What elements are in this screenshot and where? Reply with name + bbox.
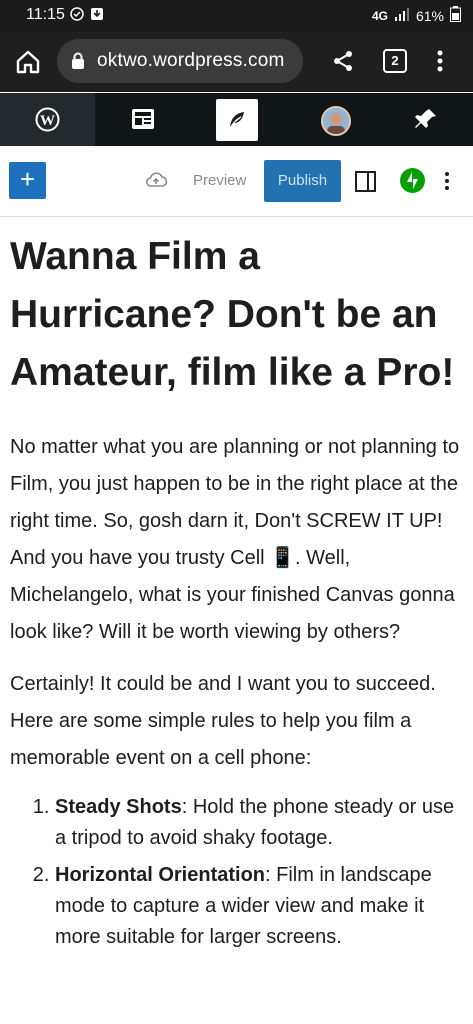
post-title[interactable]: Wanna Film a Hurricane? Don't be an Amat…: [10, 228, 468, 402]
signal-icon: [394, 7, 410, 24]
download-icon: [90, 7, 104, 21]
options-menu-icon[interactable]: [444, 171, 450, 196]
status-bar: 11:15 4G 61%: [0, 0, 473, 32]
cloud-save-icon[interactable]: [145, 171, 168, 194]
tab-switcher-button[interactable]: 2: [383, 49, 407, 73]
preview-button[interactable]: Preview: [193, 172, 246, 189]
publish-button[interactable]: Publish: [264, 160, 341, 202]
my-site-button[interactable]: [216, 99, 258, 141]
list-item-term: Steady Shots: [55, 796, 182, 818]
rules-list[interactable]: Steady Shots: Hold the phone steady or u…: [10, 792, 468, 953]
shield-check-icon: [70, 7, 84, 21]
wp-admin-bar: W: [0, 93, 473, 146]
reader-icon[interactable]: [131, 108, 155, 135]
settings-panel-icon[interactable]: [355, 171, 376, 197]
share-icon[interactable]: [331, 49, 355, 78]
home-icon[interactable]: [15, 49, 41, 80]
network-type: 4G: [371, 8, 388, 23]
list-item[interactable]: Horizontal Orientation: Film in landscap…: [55, 860, 468, 953]
paragraph-block[interactable]: No matter what you are planning or not p…: [10, 429, 468, 651]
list-item-term: Horizontal Orientation: [55, 864, 265, 886]
editor-toolbar: + Preview Publish: [0, 146, 473, 217]
notifications-icon[interactable]: [414, 107, 438, 136]
battery-icon: [450, 6, 461, 25]
feather-icon: [227, 110, 247, 135]
lock-icon: [71, 52, 85, 75]
svg-text:W: W: [40, 113, 55, 129]
url-text: oktwo.wordpress.com: [97, 50, 285, 71]
paragraph-block[interactable]: Certainly! It could be and I want you to…: [10, 666, 468, 777]
list-item[interactable]: Steady Shots: Hold the phone steady or u…: [55, 792, 468, 854]
browser-toolbar: oktwo.wordpress.com 2: [0, 32, 473, 92]
battery-percent: 61%: [415, 7, 444, 24]
avatar[interactable]: [321, 106, 351, 136]
address-bar[interactable]: oktwo.wordpress.com: [57, 39, 303, 83]
status-right: 4G 61%: [372, 6, 461, 25]
wordpress-logo-icon: W: [35, 107, 60, 137]
post-content: Wanna Film a Hurricane? Don't be an Amat…: [10, 228, 468, 959]
add-block-button[interactable]: +: [9, 162, 46, 199]
status-time: 11:15: [26, 6, 65, 23]
more-menu-icon[interactable]: [436, 49, 444, 78]
wordpress-menu-button[interactable]: W: [0, 93, 95, 146]
jetpack-icon[interactable]: [400, 168, 425, 193]
